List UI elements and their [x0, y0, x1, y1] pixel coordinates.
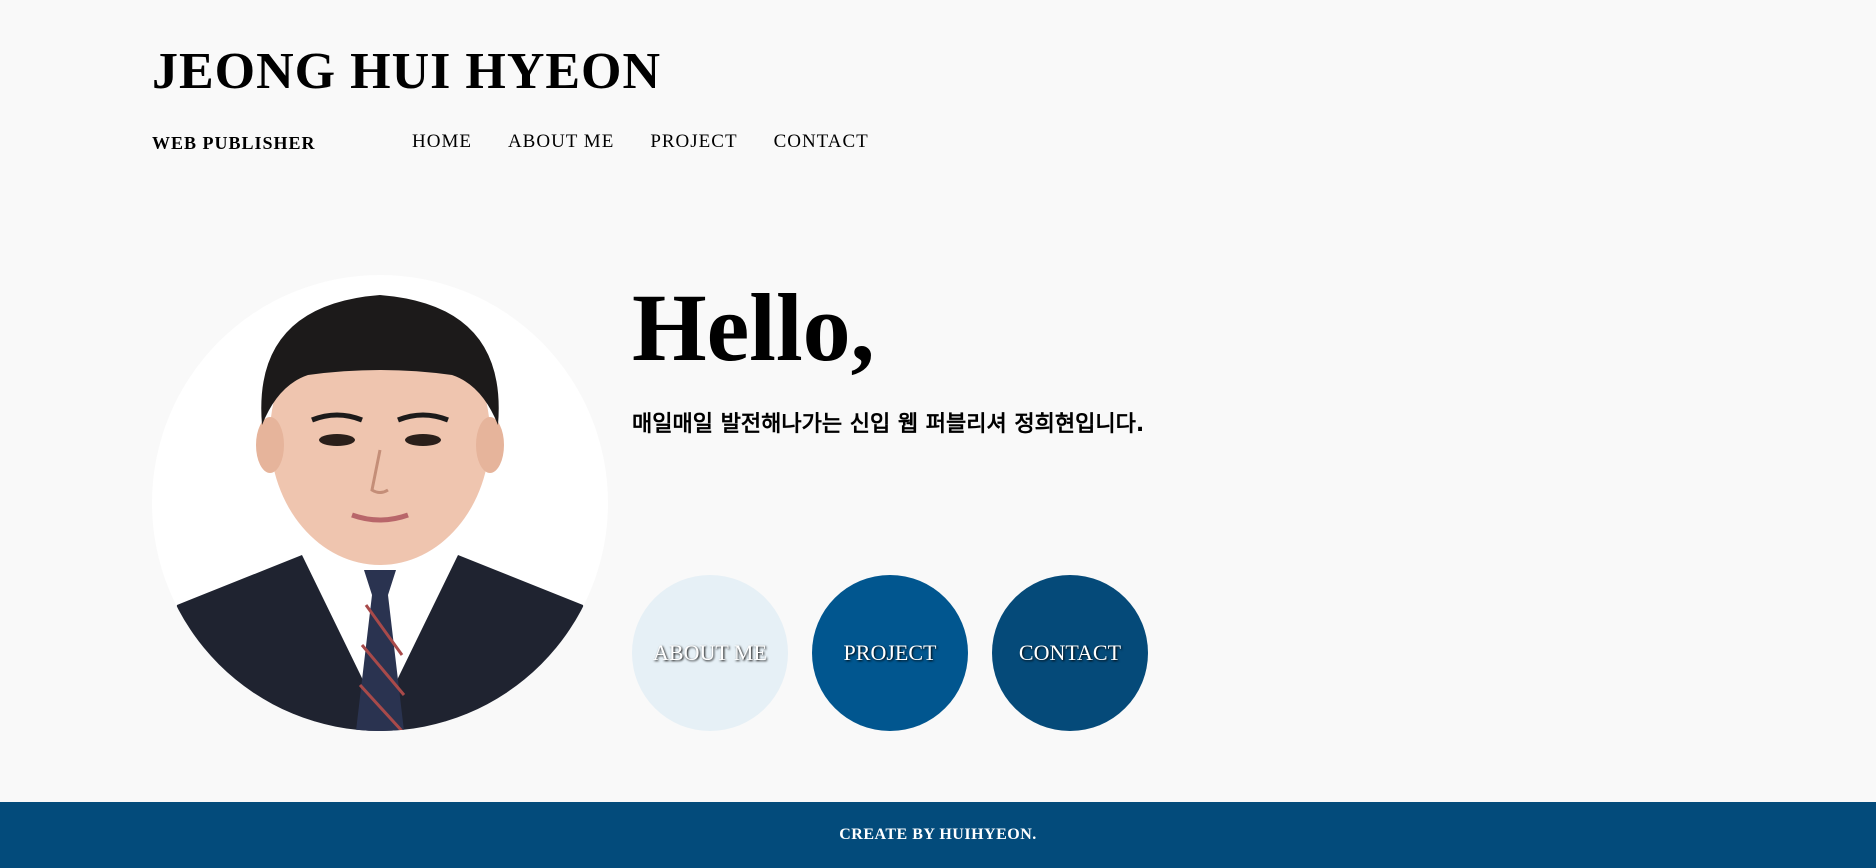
profile-photo [152, 275, 608, 731]
nav-about-link[interactable]: ABOUT ME [508, 131, 614, 153]
footer: CREATE BY HUIHYEON. [0, 802, 1876, 868]
main-nav: HOME ABOUT ME PROJECT CONTACT [412, 131, 869, 153]
nav-home-link[interactable]: HOME [412, 131, 472, 153]
site-title: JEONG HUI HYEON [152, 43, 662, 100]
nav-project-link[interactable]: PROJECT [650, 131, 737, 153]
project-button[interactable]: PROJECT [812, 575, 968, 731]
hero-intro: 매일매일 발전해나가는 신입 웹 퍼블리셔 정희현입니다. [632, 412, 1145, 437]
site-subtitle: WEB PUBLISHER [152, 133, 316, 153]
about-me-button[interactable]: ABOUT ME [632, 575, 788, 731]
nav-contact-link[interactable]: CONTACT [774, 131, 869, 153]
footer-text: CREATE BY HUIHYEON. [839, 826, 1037, 843]
hero-greeting: Hello, [632, 274, 875, 381]
contact-button[interactable]: CONTACT [992, 575, 1148, 731]
profile-portrait [152, 295, 608, 731]
